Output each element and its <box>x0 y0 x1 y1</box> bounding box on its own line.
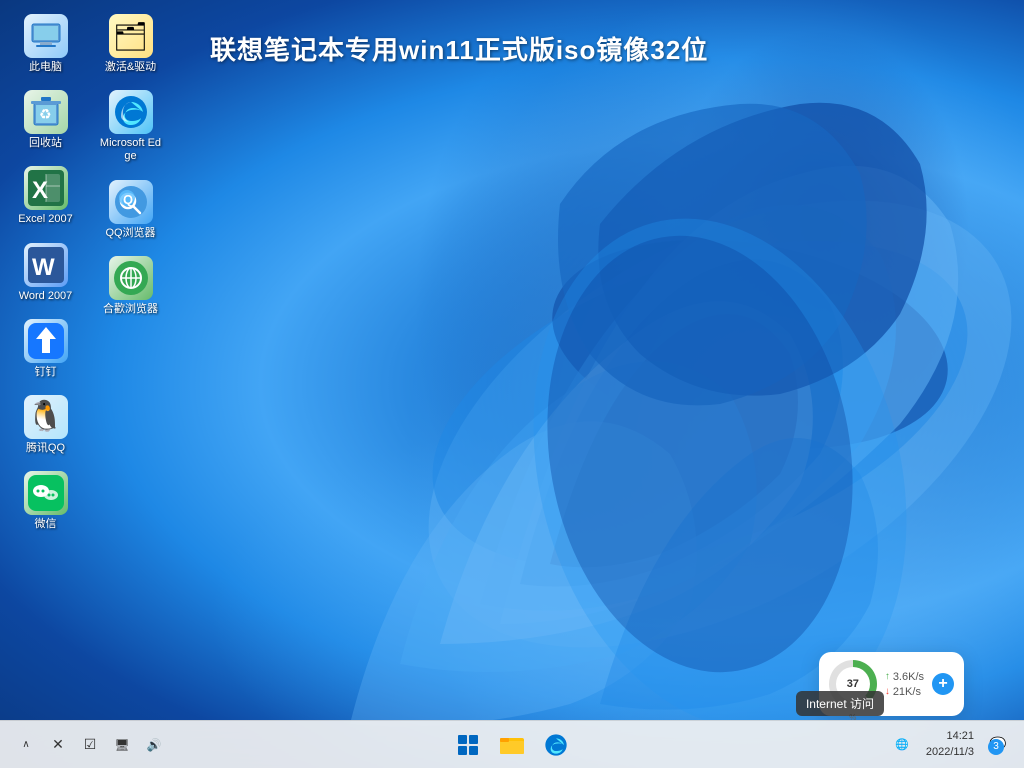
wechat-icon-image <box>24 471 68 515</box>
taskbar-center <box>448 725 576 765</box>
activate-label: 激活&驱动 <box>105 61 156 74</box>
qq-browser-label: QQ浏览器 <box>105 227 155 240</box>
svg-text:W: W <box>32 254 55 281</box>
icon-dingding[interactable]: 钉钉 <box>8 315 83 383</box>
file-explorer-icon <box>500 734 524 756</box>
systray: 🌐 <box>888 731 916 759</box>
edge-icon-image <box>109 90 153 134</box>
activate-icon-image: 🗂 <box>109 14 153 58</box>
network-plus-button[interactable]: + <box>932 673 954 695</box>
network-tooltip: Internet 访问 <box>796 691 884 716</box>
icon-ms-edge[interactable]: Microsoft Edge <box>93 86 168 167</box>
tray-volume-icon[interactable]: 🔊 <box>140 731 168 759</box>
dingding-label: 钉钉 <box>35 366 57 379</box>
taskbar-edge-button[interactable] <box>536 725 576 765</box>
qq-icon-image: 🐧 <box>24 395 68 439</box>
tray-chevron-icon[interactable]: ∧ <box>12 731 40 759</box>
icon-heyue-browser[interactable]: 合歡浏览器 <box>93 252 168 320</box>
time-display[interactable]: 14:21 2022/11/3 <box>922 727 978 762</box>
wechat-label: 微信 <box>35 518 57 531</box>
download-arrow-icon: ↓ <box>885 686 890 697</box>
icon-excel[interactable]: X Excel 2007 <box>8 162 83 230</box>
icon-tencent-qq[interactable]: 🐧 腾讯QQ <box>8 391 83 459</box>
icon-word[interactable]: W Word 2007 <box>8 239 83 307</box>
icon-activate[interactable]: 🗂 激活&驱动 <box>93 10 168 78</box>
win11-logo-icon <box>458 735 478 755</box>
heyue-browser-label: 合歡浏览器 <box>103 303 158 316</box>
file-explorer-button[interactable] <box>492 725 532 765</box>
icon-qq-browser[interactable]: Q QQ浏览器 <box>93 176 168 244</box>
word-icon-image: W <box>24 243 68 287</box>
upload-speed: 3.6K/s <box>893 671 924 683</box>
this-pc-icon-image <box>24 14 68 58</box>
current-date: 2022/11/3 <box>926 745 974 760</box>
icon-wechat[interactable]: 微信 <box>8 467 83 535</box>
svg-text:Q: Q <box>123 192 133 207</box>
current-time: 14:21 <box>946 729 974 744</box>
recycle-icon-image: ♻ <box>24 90 68 134</box>
start-button[interactable] <box>448 725 488 765</box>
upload-speed-row: ↑ 3.6K/s <box>885 671 924 683</box>
download-speed: 21K/s <box>893 686 921 698</box>
tencent-qq-label: 腾讯QQ <box>26 442 65 455</box>
taskbar-edge-icon <box>544 733 568 757</box>
notification-badge: 3 <box>988 739 1004 755</box>
this-pc-label: 此电脑 <box>29 61 62 74</box>
qq-browser-icon-image: Q <box>109 180 153 224</box>
heyue-icon-image <box>109 256 153 300</box>
icon-recycle[interactable]: ♻ 回收站 <box>8 86 83 154</box>
ms-edge-label: Microsoft Edge <box>97 137 164 163</box>
tray-checkbox-icon[interactable]: ☑ <box>76 731 104 759</box>
excel-label: Excel 2007 <box>18 213 72 226</box>
tray-close-icon[interactable]: ✕ <box>44 731 72 759</box>
desktop-title: 联想笔记本专用win11正式版iso镜像32位 <box>210 30 708 67</box>
svg-text:♻: ♻ <box>39 106 52 122</box>
download-speed-row: ↓ 21K/s <box>885 686 924 698</box>
icon-this-pc[interactable]: 此电脑 <box>8 10 83 78</box>
tray-display-icon[interactable]: 🖥 <box>108 731 136 759</box>
recycle-label: 回收站 <box>29 137 62 150</box>
taskbar: ∧ ✕ ☑ 🖥 🔊 🌐 <box>0 720 1024 768</box>
excel-icon-image: X <box>24 166 68 210</box>
desktop-icon-column-1: 此电脑 ♻ 回收站 X Excel 2007 <box>0 0 85 545</box>
dingding-icon-image <box>24 319 68 363</box>
taskbar-right: 🌐 14:21 2022/11/3 💬 3 <box>888 727 1012 762</box>
desktop-icon-column-2: 🗂 激活&驱动 Microsoft Edge Q <box>85 0 170 330</box>
network-speeds: ↑ 3.6K/s ↓ 21K/s <box>885 671 924 698</box>
taskbar-left: ∧ ✕ ☑ 🖥 🔊 <box>12 731 168 759</box>
upload-arrow-icon: ↑ <box>885 671 890 682</box>
tray-network-icon[interactable]: 🌐 <box>888 731 916 759</box>
word-label: Word 2007 <box>19 290 73 303</box>
